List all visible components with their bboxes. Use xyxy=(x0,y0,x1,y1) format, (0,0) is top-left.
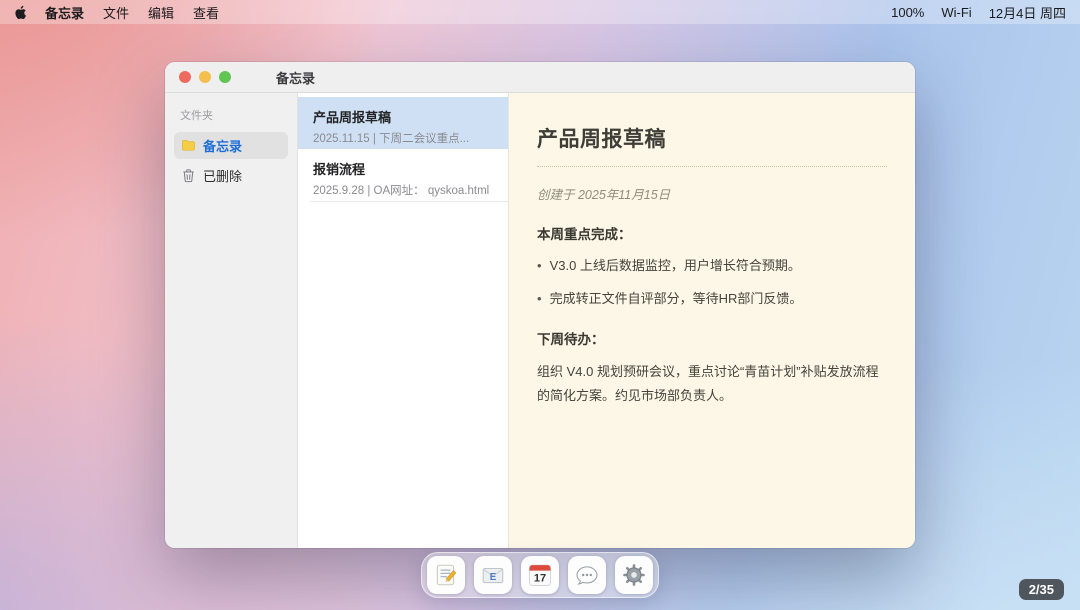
dock: E 17 xyxy=(421,552,659,598)
mail-icon[interactable]: E xyxy=(474,556,512,594)
bullet-list: • V3.0 上线后数据监控，用户增长符合预期。 • 完成转正文件自评部分，等待… xyxy=(537,256,887,308)
wifi-status[interactable]: Wi-Fi xyxy=(941,5,971,20)
folders-section-label: 文件夹 xyxy=(174,107,288,132)
note-paragraph: 组织 V4.0 规划预研会议，重点讨论“青苗计划”补贴发放流程的简化方案。约见市… xyxy=(537,360,887,408)
sidebar-item-deleted[interactable]: 已删除 xyxy=(174,162,288,189)
menu-edit[interactable]: 编辑 xyxy=(148,3,174,22)
page-counter-badge: 2/35 xyxy=(1019,579,1064,600)
calendar-day-number: 17 xyxy=(534,572,546,584)
bullet-item: • 完成转正文件自评部分，等待HR部门反馈。 xyxy=(537,289,887,309)
note-list-item-reimbursement[interactable]: 报销流程 2025.9.28 | OA网址： qyskoa.html xyxy=(298,149,508,201)
menu-file[interactable]: 文件 xyxy=(103,3,129,22)
menu-bar: 备忘录 文件 编辑 查看 100% Wi-Fi 12月4日 周四 xyxy=(0,0,1080,24)
note-item-title: 报销流程 xyxy=(313,159,496,178)
notes-icon[interactable] xyxy=(427,556,465,594)
sidebar-item-label: 已删除 xyxy=(203,166,242,185)
messages-icon[interactable] xyxy=(568,556,606,594)
clock-datetime[interactable]: 12月4日 周四 xyxy=(989,3,1066,22)
window-title: 备忘录 xyxy=(276,68,315,87)
svg-text:E: E xyxy=(490,572,497,583)
note-title: 产品周报草稿 xyxy=(537,123,887,153)
zoom-button[interactable] xyxy=(219,71,231,83)
section-heading-next-week: 下周待办： xyxy=(537,328,887,348)
created-date-line: 创建于 2025年11月15日 xyxy=(537,184,887,203)
menu-view[interactable]: 查看 xyxy=(193,3,219,22)
bullet-text: 完成转正文件自评部分，等待HR部门反馈。 xyxy=(550,289,803,309)
folders-sidebar: 文件夹 备忘录 xyxy=(165,93,298,548)
trash-icon xyxy=(181,168,196,183)
bullet-dot: • xyxy=(537,256,542,276)
battery-status[interactable]: 100% xyxy=(891,5,924,20)
title-divider xyxy=(537,166,887,167)
settings-icon[interactable] xyxy=(615,556,653,594)
bullet-text: V3.0 上线后数据监控，用户增长符合预期。 xyxy=(550,256,801,276)
note-list: 产品周报草稿 2025.11.15 | 下周二会议重点... 报销流程 2025… xyxy=(298,93,509,548)
menu-app-name[interactable]: 备忘录 xyxy=(45,3,84,22)
minimize-button[interactable] xyxy=(199,71,211,83)
folder-icon xyxy=(181,138,196,153)
note-editor[interactable]: 产品周报草稿 创建于 2025年11月15日 本周重点完成： • V3.0 上线… xyxy=(509,93,915,548)
apple-icon[interactable] xyxy=(14,5,27,20)
note-item-title: 产品周报草稿 xyxy=(313,107,496,126)
sidebar-item-notes[interactable]: 备忘录 xyxy=(174,132,288,159)
sidebar-item-label: 备忘录 xyxy=(203,136,242,155)
bullet-dot: • xyxy=(537,289,542,309)
note-item-meta: 2025.9.28 | OA网址： qyskoa.html xyxy=(313,182,496,198)
close-button[interactable] xyxy=(179,71,191,83)
notes-window: 备忘录 文件夹 备忘录 xyxy=(165,62,915,548)
calendar-icon[interactable]: 17 xyxy=(521,556,559,594)
window-titlebar[interactable]: 备忘录 xyxy=(165,62,915,93)
note-item-meta: 2025.11.15 | 下周二会议重点... xyxy=(313,130,496,146)
bullet-item: • V3.0 上线后数据监控，用户增长符合预期。 xyxy=(537,256,887,276)
section-heading-this-week: 本周重点完成： xyxy=(537,223,887,243)
note-list-item-weekly-report[interactable]: 产品周报草稿 2025.11.15 | 下周二会议重点... xyxy=(298,97,508,149)
note-list-divider xyxy=(310,201,508,202)
